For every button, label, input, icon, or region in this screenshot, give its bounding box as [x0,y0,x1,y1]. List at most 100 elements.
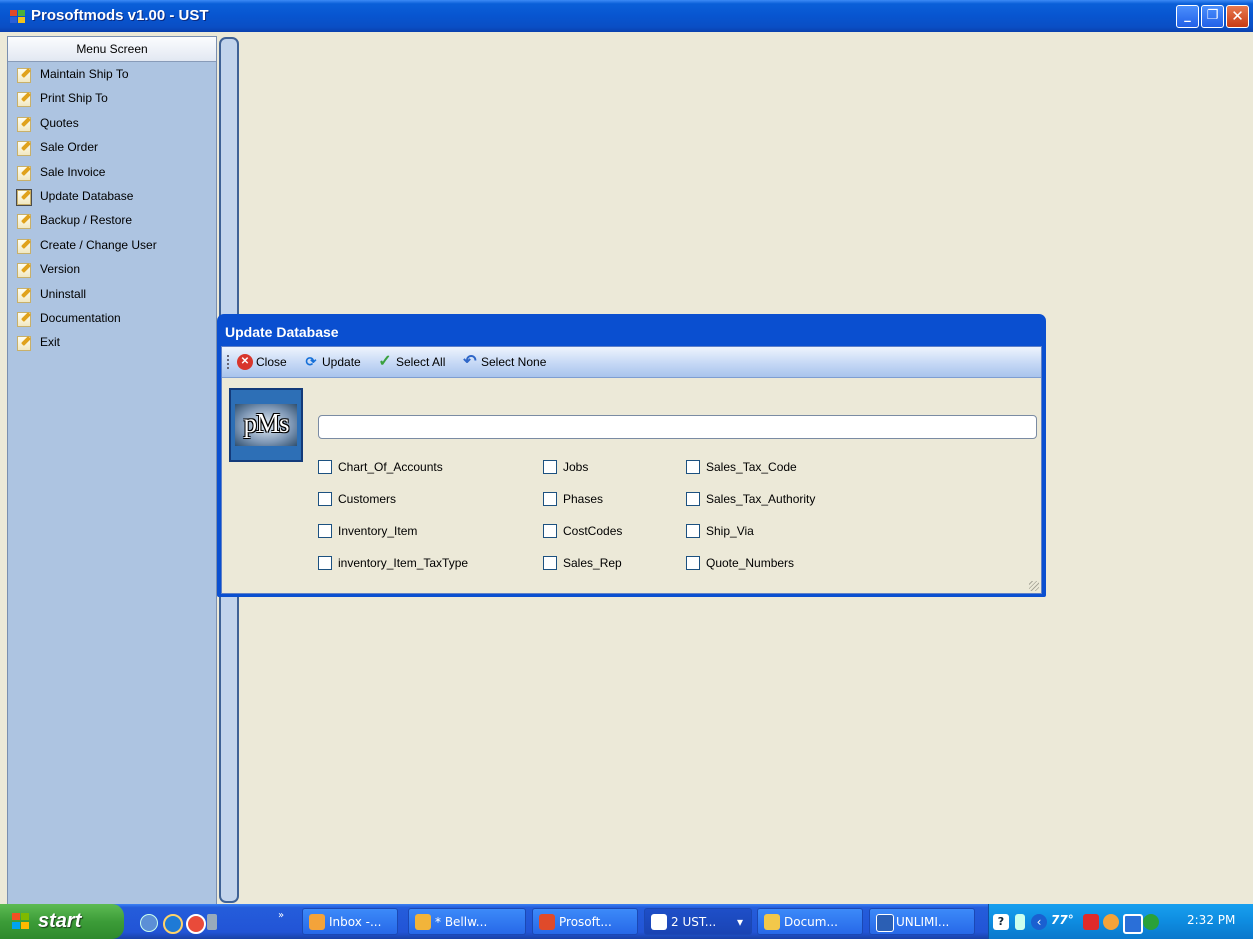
quicklaunch-app-icon[interactable] [207,914,217,930]
update-database-dialog: Update Database ✕ Close ⟳ Update ✓ Selec… [217,314,1046,597]
menu-item-create-change-user[interactable]: Create / Change User [8,233,216,257]
menu-item-quotes[interactable]: Quotes [8,111,216,135]
task-documents[interactable]: Docum... [757,908,863,935]
checkbox-sales-tax-code[interactable]: Sales_Tax_Code [686,459,797,475]
internet-explorer-icon[interactable] [163,914,183,934]
quicklaunch-show-desktop-icon[interactable] [140,914,158,932]
update-button-label: Update [322,355,361,369]
task-label: * Bellw... [435,915,488,929]
select-all-button[interactable]: ✓ Select All [376,353,445,371]
task-2-ust[interactable]: 2 UST... ▾ [644,908,752,935]
task-inbox[interactable]: Inbox -... [302,908,398,935]
checkbox-sales-rep[interactable]: Sales_Rep [543,555,622,571]
menu-item-sale-order[interactable]: Sale Order [8,135,216,159]
checkbox-phases[interactable]: Phases [543,491,603,507]
menu-item-label: Sale Invoice [40,164,106,179]
checkbox-jobs[interactable]: Jobs [543,459,588,475]
checkbox-costcodes[interactable]: CostCodes [543,523,622,539]
menu-item-print-ship-to[interactable]: Print Ship To [8,86,216,110]
menu-item-backup-restore[interactable]: Backup / Restore [8,208,216,232]
menu-item-exit[interactable]: Exit [8,330,216,354]
task-label: UNLIMI... [896,915,950,929]
checkbox-box[interactable] [318,556,332,570]
help-icon[interactable]: ? [993,914,1009,930]
checkbox-label: Sales_Tax_Code [706,460,797,474]
checkbox-box[interactable] [686,556,700,570]
edit-note-icon [17,68,31,83]
dialog-title: Update Database [225,324,339,340]
document-icon [876,914,894,932]
checkbox-box[interactable] [686,460,700,474]
menu-item-label: Print Ship To [40,91,108,106]
app-icon [415,914,431,930]
edit-note-icon [17,263,31,279]
checkbox-box[interactable] [686,492,700,506]
checkbox-box[interactable] [543,460,557,474]
menu-item-version[interactable]: Version [8,257,216,281]
task-label: Docum... [784,915,838,929]
logo-text: pMs [243,408,289,438]
select-none-label: Select None [481,355,547,369]
menu-item-label: Update Database [40,188,134,203]
menu-item-label: Uninstall [40,286,87,301]
outlook-tray-icon[interactable] [1103,914,1119,930]
checkbox-inventory-item[interactable]: Inventory_Item [318,523,417,539]
menu-item-sale-invoice[interactable]: Sale Invoice [8,160,216,184]
menu-item-uninstall[interactable]: Uninstall [8,282,216,306]
prosoft-icon [539,914,555,930]
close-window-button[interactable]: ✕ [1226,5,1249,28]
dialog-body: ✕ Close ⟳ Update ✓ Select All ↶ Select N… [221,346,1042,594]
checkbox-label: CostCodes [563,524,623,538]
task-label: Inbox -... [329,915,382,929]
start-button[interactable]: start [0,904,124,939]
checkbox-box[interactable] [318,492,332,506]
resize-grip[interactable] [1029,581,1039,591]
dialog-toolbar: ✕ Close ⟳ Update ✓ Select All ↶ Select N… [222,347,1041,378]
checkbox-box[interactable] [318,524,332,538]
clock[interactable]: 2:32 PM [1187,913,1235,927]
checkbox-box[interactable] [543,492,557,506]
checkbox-inventory-item-taxtype[interactable]: inventory_Item_TaxType [318,555,468,571]
menu-item-documentation[interactable]: Documentation [8,306,216,330]
close-button[interactable]: ✕ Close [236,353,287,371]
menu-item-update-database[interactable]: Update Database [8,184,216,208]
checkbox-quote-numbers[interactable]: Quote_Numbers [686,555,794,571]
task-bellw[interactable]: * Bellw... [408,908,526,935]
system-tray: ? ‹ 77° 2:32 PM [988,904,1253,939]
checkbox-chart-of-accounts[interactable]: Chart_Of_Accounts [318,459,443,475]
checkbox-box[interactable] [686,524,700,538]
menu-header: Menu Screen [8,37,216,62]
chevron-left-icon[interactable]: ‹ [1031,914,1047,930]
checkbox-box[interactable] [543,524,557,538]
network-icon[interactable] [1015,914,1025,930]
toolbar-grip[interactable] [227,355,231,369]
task-unlimi[interactable]: UNLIMI... [869,908,975,935]
checkbox-box[interactable] [543,556,557,570]
window-title-bar[interactable]: Prosoftmods v1.00 - UST _ ❐ ✕ [0,0,1253,32]
checkbox-customers[interactable]: Customers [318,491,396,507]
minimize-button[interactable]: _ [1176,5,1199,28]
task-prosoft[interactable]: Prosoft... [532,908,638,935]
window-title: Prosoftmods v1.00 - UST [31,7,209,24]
temperature-readout[interactable]: 77° [1051,913,1074,927]
sync-icon[interactable] [1123,914,1143,934]
outlook-icon [309,914,325,930]
edit-note-icon [17,311,31,327]
flag-icon[interactable] [1083,914,1099,930]
quicklaunch-overflow-button[interactable]: » [278,910,284,921]
checkbox-box[interactable] [318,460,332,474]
close-button-label: Close [256,355,287,369]
start-label: start [38,910,82,932]
checkbox-label: Sales_Tax_Authority [706,492,816,506]
checkbox-label: inventory_Item_TaxType [338,556,469,570]
menu-item-maintain-ship-to[interactable]: Maintain Ship To [8,62,216,86]
security-icon[interactable] [1143,914,1159,930]
media-player-icon[interactable] [186,914,206,934]
task-label: Prosoft... [559,915,612,929]
update-button[interactable]: ⟳ Update [302,353,361,371]
select-none-button[interactable]: ↶ Select None [461,353,546,371]
checkbox-ship-via[interactable]: Ship_Via [686,523,754,539]
edit-note-icon [17,92,31,108]
checkbox-sales-tax-authority[interactable]: Sales_Tax_Authority [686,491,815,507]
restore-button[interactable]: ❐ [1201,5,1224,28]
